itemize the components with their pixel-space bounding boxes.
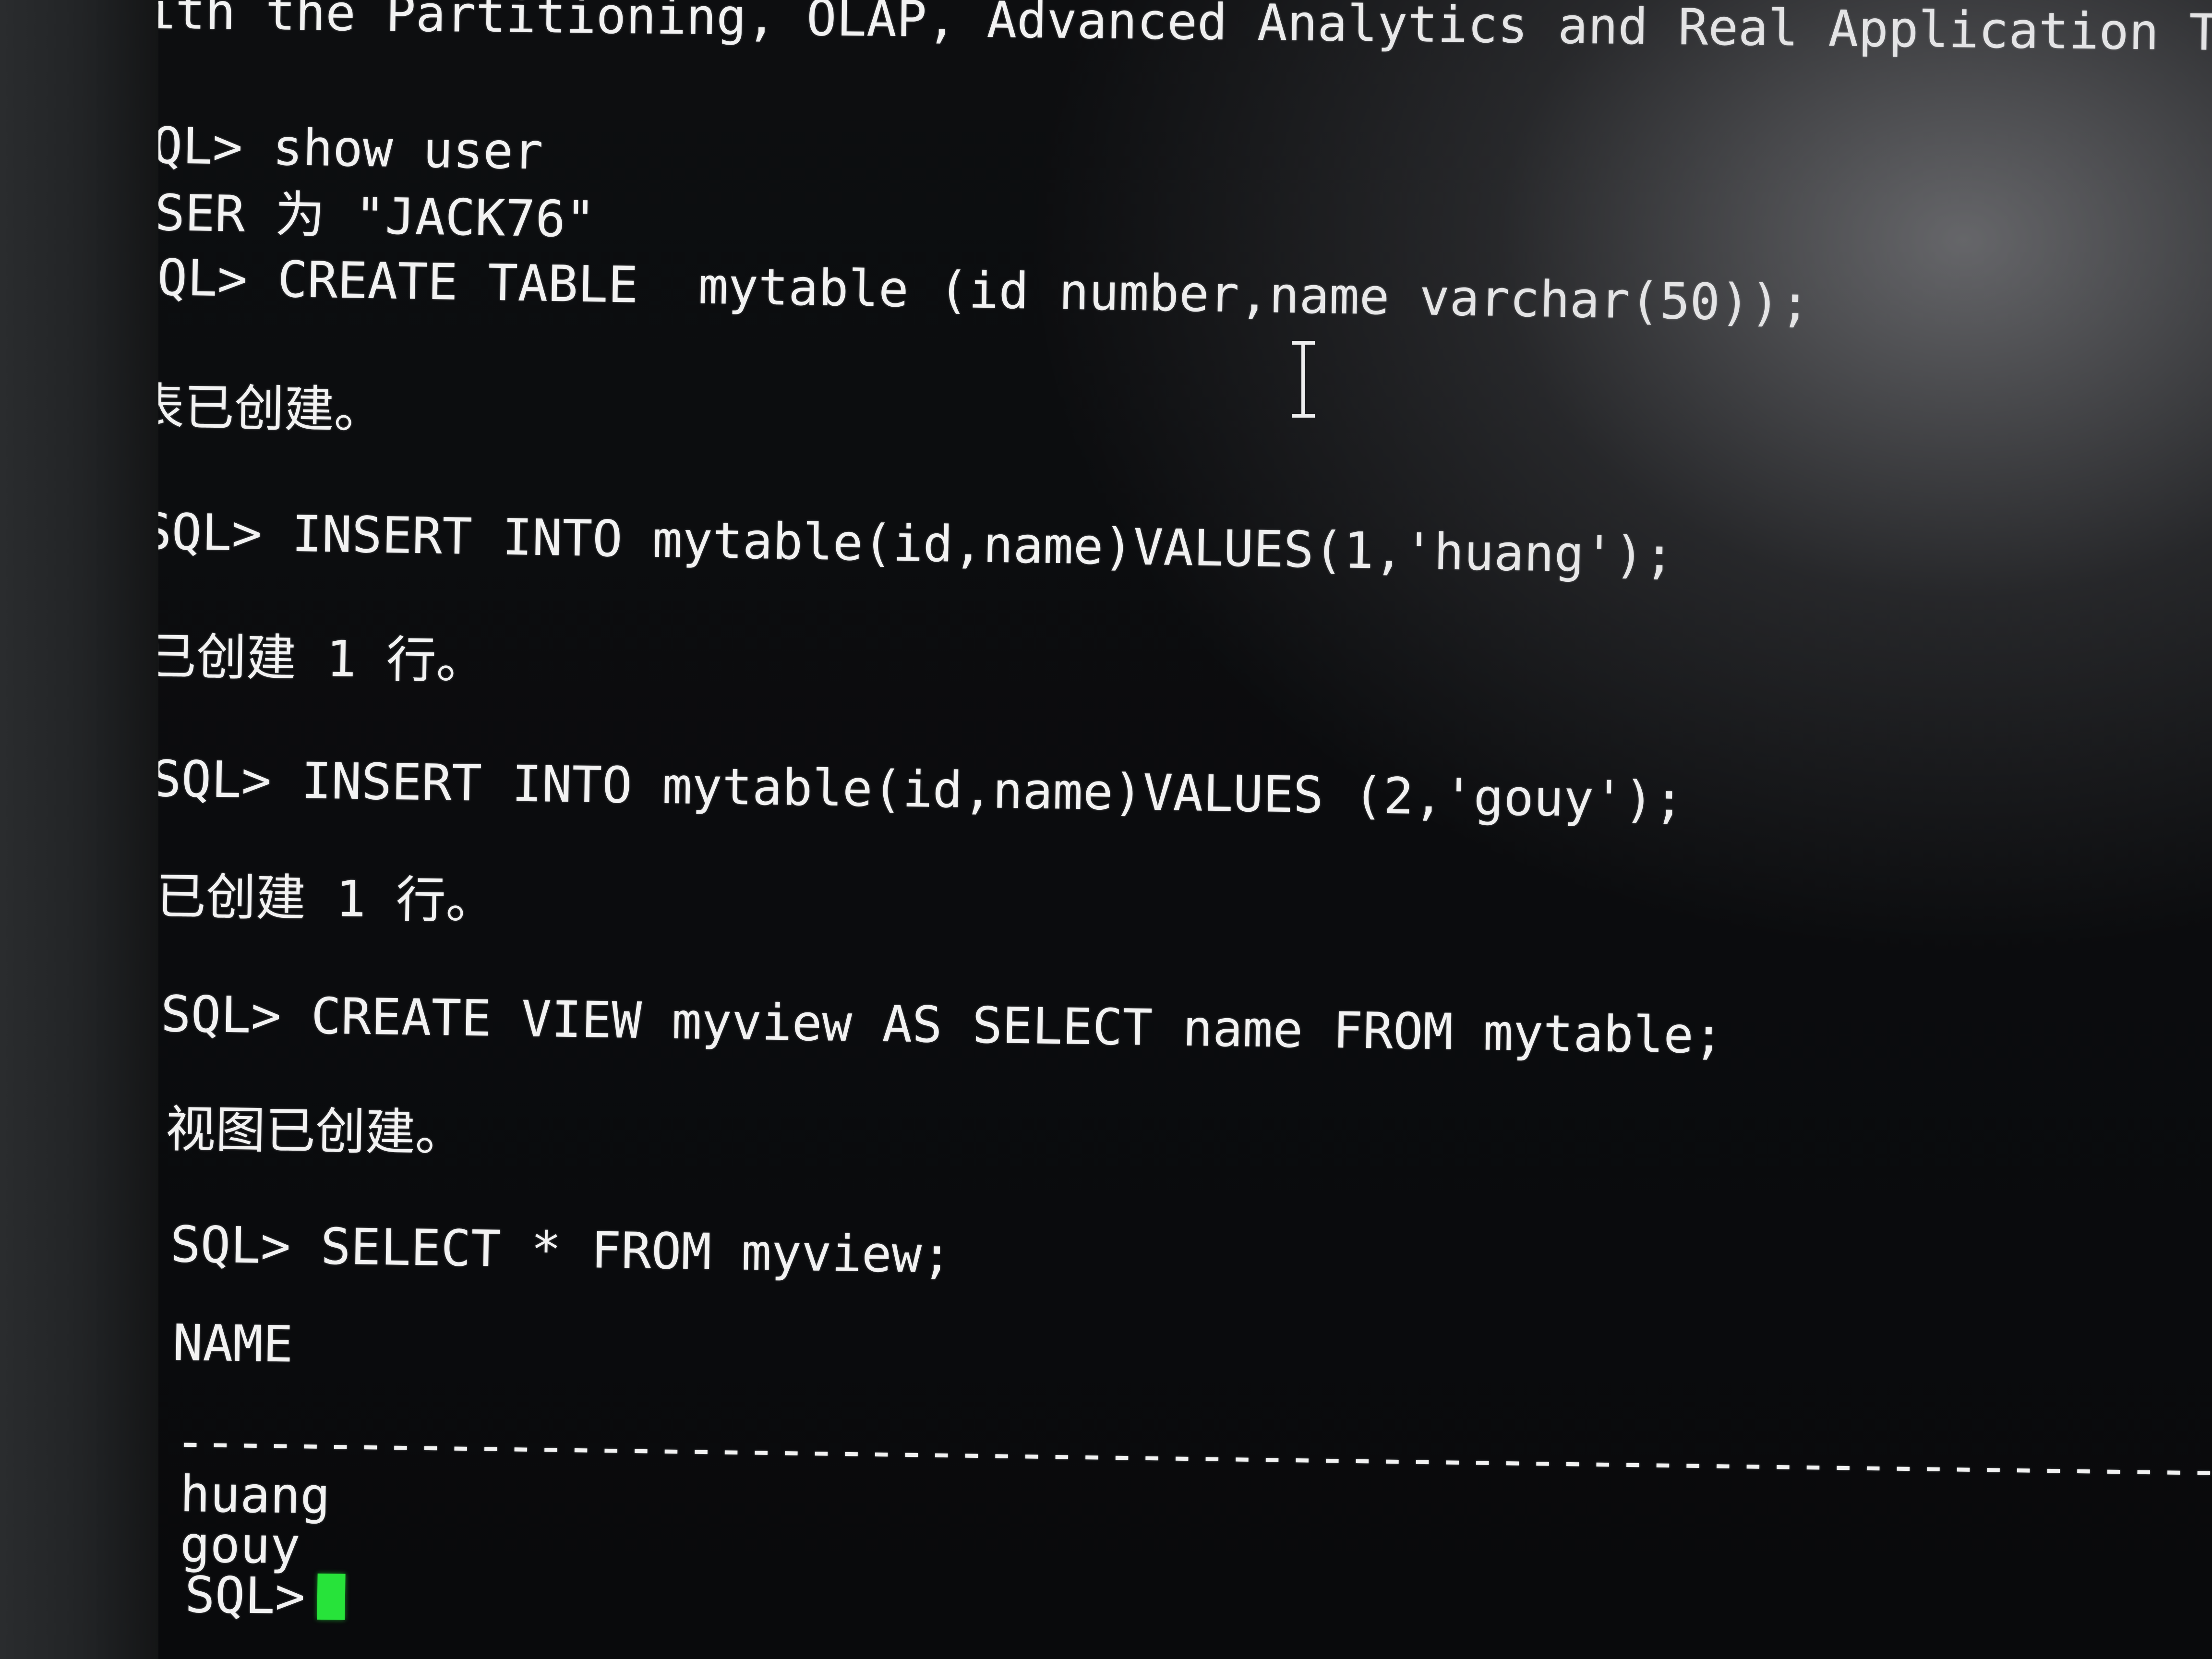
command-show-user: SQL> show user xyxy=(158,116,544,181)
sqlplus-console[interactable]: With the Partitioning, OLAP, Advanced An… xyxy=(158,0,2212,1659)
monitor-bezel-edge xyxy=(96,0,158,1659)
output-current-user: USER 为 "JACK76" xyxy=(158,183,596,249)
i-beam-cursor-icon xyxy=(1289,341,1318,418)
command-insert-gouy: SQL> INSERT INTO mytable(id,name)VALUES … xyxy=(158,749,1684,830)
result-row-huang: huang xyxy=(180,1465,331,1526)
result-row-gouy: gouy xyxy=(180,1515,301,1575)
output-row-created-1: 已创建 1 行。 xyxy=(158,627,487,690)
command-create-view: SQL> CREATE VIEW myview AS SELECT name F… xyxy=(160,985,1724,1065)
result-column-header: NAME xyxy=(172,1313,294,1374)
command-insert-huang: SQL> INSERT INTO mytable(id,name)VALUES(… xyxy=(158,502,1675,585)
active-prompt-line[interactable]: SQL> xyxy=(184,1565,346,1625)
command-select-view: SQL> SELECT * FROM myview; xyxy=(170,1215,952,1285)
prompt-label: SQL> xyxy=(184,1565,306,1626)
output-table-created: 表已创建。 xyxy=(158,377,385,440)
output-view-created: 视图已创建。 xyxy=(165,1100,466,1163)
oracle-banner-line: With the Partitioning, OLAP, Advanced An… xyxy=(158,0,2212,62)
block-cursor-icon xyxy=(317,1573,346,1620)
terminal-window[interactable]: With the Partitioning, OLAP, Advanced An… xyxy=(158,0,2212,1659)
output-row-created-2: 已创建 1 行。 xyxy=(158,867,496,930)
monitor-bezel xyxy=(0,0,158,1659)
photo-of-monitor: With the Partitioning, OLAP, Advanced An… xyxy=(0,0,2212,1659)
result-separator: ----------------------------------------… xyxy=(175,1412,2212,1513)
command-create-table: SQL> CREATE TABLE mytable (id number,nam… xyxy=(158,248,1811,333)
